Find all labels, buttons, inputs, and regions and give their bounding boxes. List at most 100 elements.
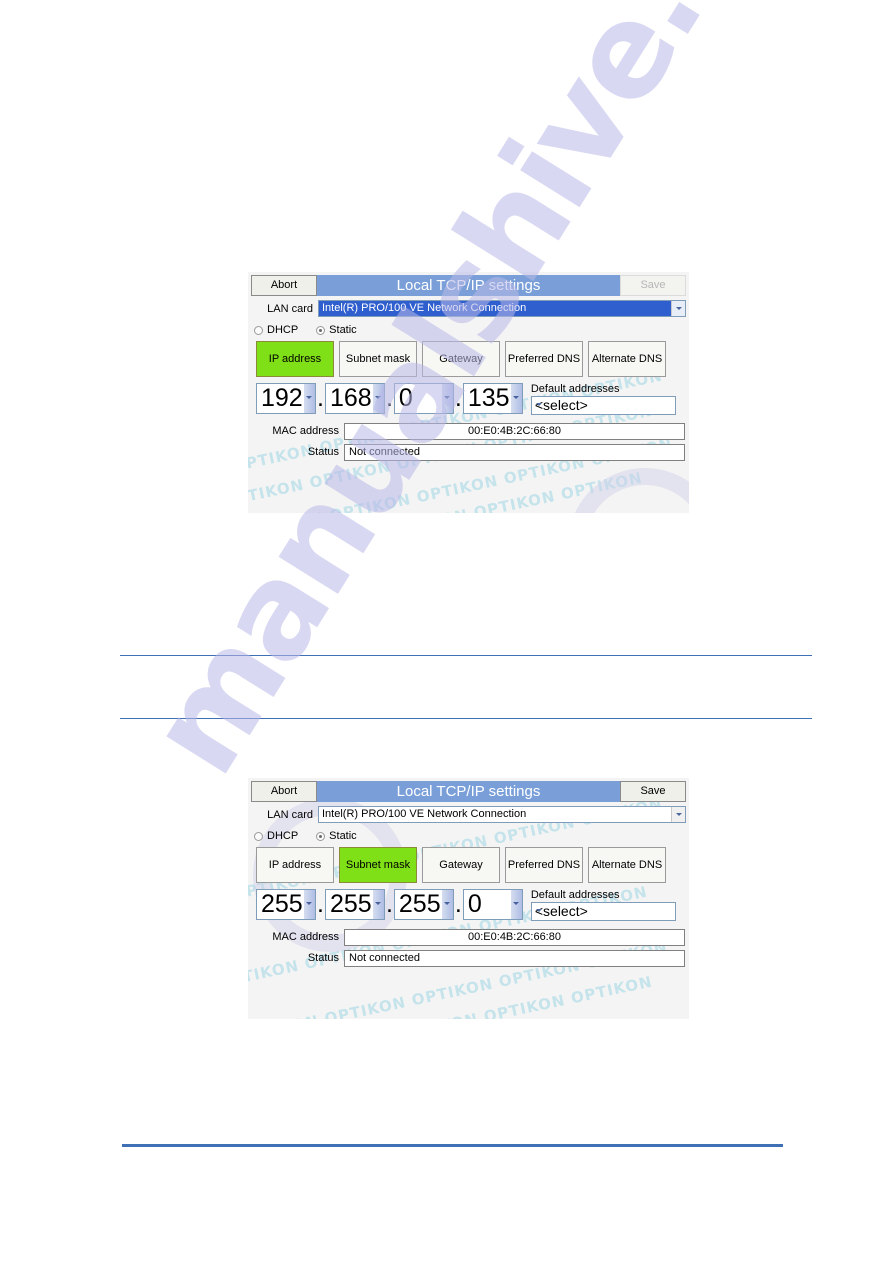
page-watermark: manualshive.com	[0, 0, 893, 1263]
spinner-down-icon[interactable]	[304, 890, 315, 919]
lan-card-row: LAN card Intel(R) PRO/100 VE Network Con…	[248, 296, 689, 318]
panel-title: Local TCP/IP settings	[317, 275, 620, 296]
status-row: Status Not connected	[248, 946, 689, 967]
octet-separator: .	[385, 890, 393, 918]
octet-value-2: 168	[329, 384, 372, 412]
address-mode-group: DHCP Static	[248, 318, 689, 339]
spinner-down-icon[interactable]	[441, 890, 453, 919]
divider-rule-bottom	[122, 1144, 783, 1147]
octet-input-4[interactable]: 0	[462, 889, 523, 920]
spinner-down-icon[interactable]	[372, 890, 384, 919]
mac-address-value: 00:E0:4B:2C:66:80	[344, 422, 685, 440]
octet-input-3[interactable]: 0	[393, 383, 454, 414]
spinner-down-icon[interactable]	[304, 384, 315, 413]
tab-alternate-dns[interactable]: Alternate DNS	[588, 341, 666, 377]
panel-titlebar: Abort Local TCP/IP settings Save	[248, 272, 689, 296]
spinner-down-icon[interactable]	[441, 384, 453, 413]
lan-card-select[interactable]: Intel(R) PRO/100 VE Network Connection	[318, 806, 686, 823]
tab-ip-address[interactable]: IP address	[256, 847, 334, 883]
tab-subnet-mask[interactable]: Subnet mask	[339, 341, 417, 377]
octet-separator: .	[385, 384, 393, 412]
octet-value-1: 255	[261, 890, 303, 918]
radio-static[interactable]: Static	[316, 830, 357, 842]
octet-input-2[interactable]: 168	[324, 383, 385, 414]
radio-dhcp-label: DHCP	[267, 324, 299, 336]
default-addresses-select[interactable]: <select>	[530, 396, 676, 415]
lan-card-value: Intel(R) PRO/100 VE Network Connection	[322, 808, 527, 820]
tab-gateway[interactable]: Gateway	[422, 847, 500, 883]
octet-value-4: 0	[467, 890, 482, 918]
radio-dhcp-label: DHCP	[267, 830, 299, 842]
save-button[interactable]: Save	[620, 275, 686, 296]
status-value: Not connected	[344, 949, 685, 967]
octet-input-4[interactable]: 135	[462, 383, 523, 414]
radio-dhcp[interactable]: DHCP	[254, 324, 298, 336]
lan-card-row: LAN card Intel(R) PRO/100 VE Network Con…	[248, 802, 689, 824]
radio-static-label: Static	[329, 324, 357, 336]
default-addresses-value: <select>	[534, 397, 588, 413]
field-tab-group: IP address Subnet mask Gateway Preferred…	[248, 339, 689, 377]
default-addresses-group: Default addresses <select>	[530, 889, 676, 921]
octet-input-1[interactable]: 255	[256, 889, 316, 920]
tab-preferred-dns[interactable]: Preferred DNS	[505, 341, 583, 377]
save-button[interactable]: Save	[620, 781, 686, 802]
lan-card-label: LAN card	[267, 808, 313, 821]
chevron-down-icon[interactable]	[671, 807, 685, 822]
default-addresses-label: Default addresses	[530, 383, 620, 395]
octet-value-2: 255	[329, 890, 372, 918]
radio-dot-icon	[254, 325, 263, 335]
field-tab-group: IP address Subnet mask Gateway Preferred…	[248, 845, 689, 883]
spinner-down-icon[interactable]	[510, 890, 522, 919]
octet-value-3: 0	[398, 384, 413, 412]
mac-address-row: MAC address 00:E0:4B:2C:66:80	[248, 925, 689, 946]
tab-subnet-mask[interactable]: Subnet mask	[339, 847, 417, 883]
radio-static-label: Static	[329, 830, 357, 842]
tab-preferred-dns[interactable]: Preferred DNS	[505, 847, 583, 883]
tcpip-settings-panel-1: OPTIKON OPTIKON OPTIKON OPTIKON OPTIKON …	[248, 272, 689, 513]
radio-static[interactable]: Static	[316, 324, 357, 336]
spinner-down-icon[interactable]	[372, 384, 384, 413]
default-addresses-label: Default addresses	[530, 889, 620, 901]
octet-value-3: 255	[398, 890, 441, 918]
default-addresses-value: <select>	[534, 903, 588, 919]
mac-address-row: MAC address 00:E0:4B:2C:66:80	[248, 419, 689, 440]
tab-alternate-dns[interactable]: Alternate DNS	[588, 847, 666, 883]
abort-button[interactable]: Abort	[251, 781, 317, 802]
octet-separator: .	[317, 890, 324, 918]
radio-dot-icon	[254, 831, 263, 841]
divider-rule-top	[120, 655, 812, 656]
radio-dhcp[interactable]: DHCP	[254, 830, 298, 842]
mac-address-value: 00:E0:4B:2C:66:80	[344, 928, 685, 946]
lan-card-select[interactable]: Intel(R) PRO/100 VE Network Connection	[318, 300, 686, 317]
tab-gateway[interactable]: Gateway	[422, 341, 500, 377]
octet-input-1[interactable]: 192	[256, 383, 316, 414]
panel-footer-spacer	[248, 967, 689, 1019]
panel-footer-spacer	[248, 461, 689, 513]
spinner-down-icon[interactable]	[510, 384, 522, 413]
abort-button[interactable]: Abort	[251, 275, 317, 296]
lan-card-label: LAN card	[267, 302, 313, 315]
octet-value-4: 135	[467, 384, 510, 412]
tcpip-settings-panel-2: OPTIKON OPTIKON OPTIKON OPTIKON OPTIKON …	[248, 778, 689, 1019]
address-mode-group: DHCP Static	[248, 824, 689, 845]
panel-title: Local TCP/IP settings	[317, 781, 620, 802]
octet-input-2[interactable]: 255	[324, 889, 385, 920]
ip-octet-row: 255 . 255 . 255 . 0 Default addresses <s…	[248, 883, 689, 925]
default-addresses-select[interactable]: <select>	[530, 902, 676, 921]
status-label: Status	[307, 952, 339, 964]
octet-value-1: 192	[261, 384, 303, 412]
tab-ip-address[interactable]: IP address	[256, 341, 334, 377]
mac-address-label: MAC address	[272, 931, 339, 943]
mac-address-label: MAC address	[272, 425, 339, 437]
radio-dot-icon	[316, 325, 326, 335]
radio-dot-icon	[316, 831, 326, 841]
status-value: Not connected	[344, 443, 685, 461]
status-row: Status Not connected	[248, 440, 689, 461]
chevron-down-icon[interactable]	[671, 301, 685, 316]
octet-separator: .	[454, 890, 462, 918]
octet-input-3[interactable]: 255	[393, 889, 454, 920]
status-label: Status	[307, 446, 339, 458]
panel-titlebar: Abort Local TCP/IP settings Save	[248, 778, 689, 802]
divider-rule-middle	[120, 718, 812, 719]
ip-octet-row: 192 . 168 . 0 . 135 Default addresses <s…	[248, 377, 689, 419]
